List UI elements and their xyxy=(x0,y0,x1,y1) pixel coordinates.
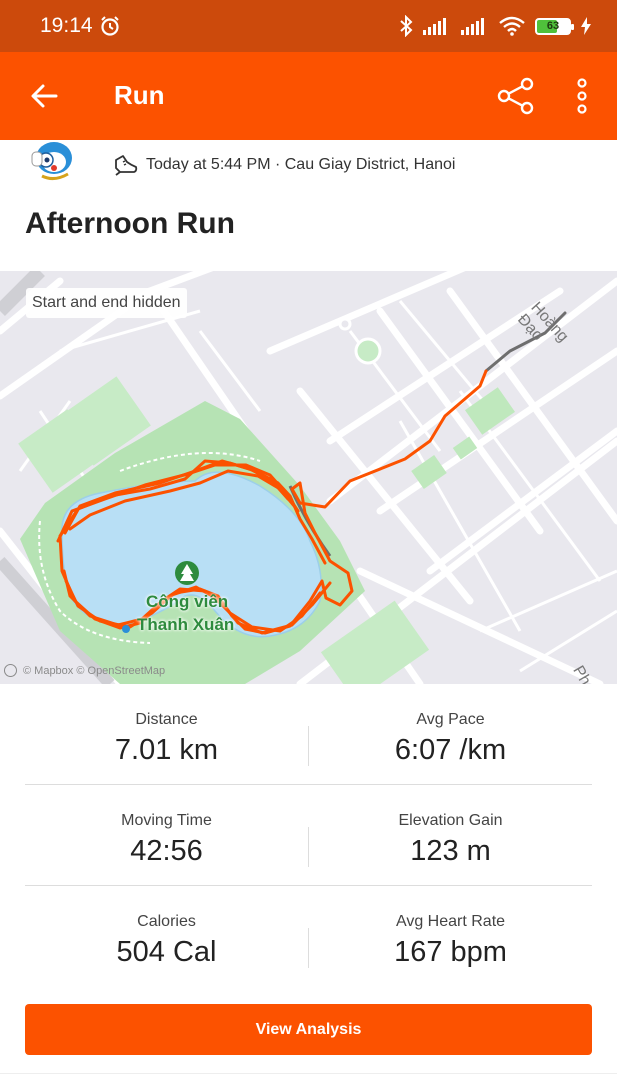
bluetooth-icon xyxy=(400,15,413,37)
park-label-1: Công viên xyxy=(146,592,229,611)
stat-value: 504 Cal xyxy=(116,936,217,968)
avatar[interactable] xyxy=(24,140,80,182)
map-attribution-text: © Mapbox © OpenStreetMap xyxy=(23,664,166,677)
back-arrow-icon[interactable] xyxy=(28,80,60,112)
more-options-icon[interactable] xyxy=(570,76,594,116)
route-map[interactable]: Start and end hidden Công viên Thanh Xuâ… xyxy=(0,271,617,684)
stat-label: Avg Heart Rate xyxy=(395,913,506,930)
activity-header: Today at 5:44 PM · Cau Giay District, Ha… xyxy=(0,140,617,190)
status-right: 63 xyxy=(399,15,591,37)
stats-row: Moving Time 42:56 Elevation Gain 123 m xyxy=(25,785,592,886)
activity-meta-text: Today at 5:44 PM · Cau Giay District, Ha… xyxy=(146,156,456,173)
status-time: 19:14 xyxy=(40,14,93,37)
start-end-hidden-chip: Start and end hidden xyxy=(26,288,187,318)
map-attribution[interactable]: © Mapbox © OpenStreetMap xyxy=(4,664,165,677)
status-left: 19:14 xyxy=(40,14,121,38)
signal-icon-2 xyxy=(461,18,484,35)
stat-value: 42:56 xyxy=(130,835,203,867)
stat-avg-heart-rate: Avg Heart Rate 167 bpm xyxy=(309,886,592,987)
divider xyxy=(0,1073,617,1074)
stat-moving-time: Moving Time 42:56 xyxy=(25,785,308,886)
stat-label: Elevation Gain xyxy=(398,812,503,829)
stat-label: Moving Time xyxy=(121,812,212,829)
battery-level: 63 xyxy=(546,20,560,32)
share-icon[interactable] xyxy=(496,76,536,116)
stat-label: Calories xyxy=(137,913,196,930)
stat-value: 167 bpm xyxy=(394,936,507,968)
app-bar: Run xyxy=(0,52,617,140)
stats-row: Calories 504 Cal Avg Heart Rate 167 bpm xyxy=(25,886,592,987)
stat-value: 123 m xyxy=(410,835,491,867)
view-analysis-button[interactable]: View Analysis xyxy=(25,1004,592,1055)
wifi-icon xyxy=(499,16,525,36)
mapbox-logo-icon xyxy=(4,664,17,677)
park-label-2: Thanh Xuân xyxy=(137,615,235,634)
charging-icon xyxy=(581,17,591,35)
stat-label: Distance xyxy=(135,711,198,728)
alarm-icon xyxy=(100,16,119,36)
battery-indicator: 63 xyxy=(535,17,574,35)
activity-title: Afternoon Run xyxy=(25,207,235,240)
stat-elevation-gain: Elevation Gain 123 m xyxy=(309,785,592,886)
activity-meta: Today at 5:44 PM · Cau Giay District, Ha… xyxy=(114,154,455,176)
page-title: Run xyxy=(114,80,165,110)
stats-row: Distance 7.01 km Avg Pace 6:07 /km xyxy=(25,684,592,785)
stat-avg-pace: Avg Pace 6:07 /km xyxy=(309,684,592,785)
stats-grid: Distance 7.01 km Avg Pace 6:07 /km Movin… xyxy=(25,684,592,987)
stat-distance: Distance 7.01 km xyxy=(25,684,308,785)
status-bar: 19:14 63 xyxy=(0,0,617,52)
stat-label: Avg Pace xyxy=(416,711,485,728)
stat-calories: Calories 504 Cal xyxy=(25,886,308,987)
stat-value: 7.01 km xyxy=(114,734,219,766)
stat-value: 6:07 /km xyxy=(394,734,507,766)
shoe-icon xyxy=(115,155,138,176)
signal-icon-1 xyxy=(423,18,446,35)
